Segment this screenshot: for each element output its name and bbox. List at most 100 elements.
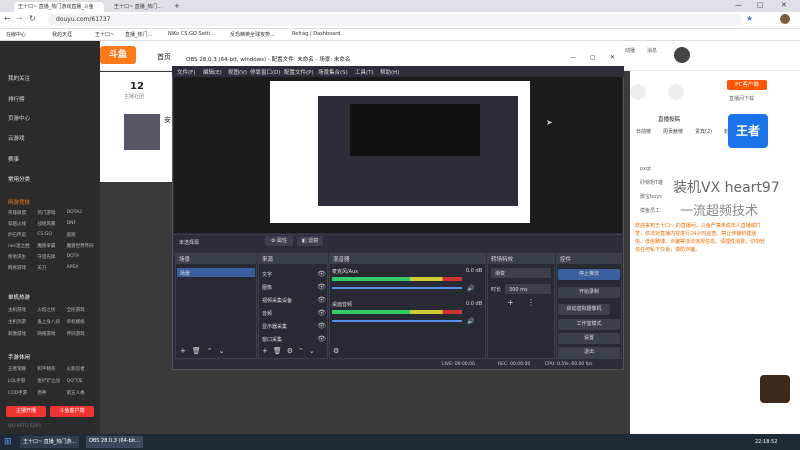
- browser-tab-active[interactable]: 王十口~ 直播_热门游戏直播_斗鱼: [14, 2, 104, 12]
- sidebar-item-games[interactable]: 页游中心: [8, 114, 30, 122]
- streamer-avatar[interactable]: [124, 114, 160, 150]
- reload-icon[interactable]: ↻: [29, 14, 36, 23]
- menu-profile[interactable]: 配置文件(P): [284, 68, 314, 76]
- duration-input[interactable]: 300 ms: [505, 284, 551, 294]
- menu-scene-collection[interactable]: 场景集合(S): [318, 68, 348, 76]
- eye-icon[interactable]: 👁: [317, 320, 326, 332]
- tag[interactable]: 单机模拟: [67, 319, 96, 325]
- menu-file[interactable]: 文件(F): [177, 68, 195, 76]
- tag[interactable]: 绝地求生: [8, 254, 37, 260]
- obs-maximize-icon[interactable]: ▢: [590, 54, 596, 61]
- tag[interactable]: 网易游戏: [8, 265, 37, 271]
- trash-icon[interactable]: 🗑: [192, 347, 201, 357]
- tag[interactable]: 怀旧游戏: [67, 331, 96, 337]
- download-client-button[interactable]: 斗鱼客户端: [50, 406, 94, 417]
- speaker-icon[interactable]: 🔊: [467, 318, 474, 325]
- game-promo-icon[interactable]: [760, 375, 790, 403]
- tag[interactable]: 主机游戏: [8, 307, 37, 313]
- menu-tools[interactable]: 工具(T): [355, 68, 374, 76]
- tag[interactable]: 穿越火线: [8, 221, 37, 227]
- tag[interactable]: 英雄联盟: [8, 210, 37, 216]
- transition-select[interactable]: 渐变: [491, 268, 551, 278]
- profile-avatar[interactable]: [780, 14, 790, 24]
- down-icon[interactable]: ⌄: [309, 347, 315, 357]
- bookmark-item[interactable]: 我的天涯: [52, 31, 72, 38]
- source-row[interactable]: 图像 👁: [262, 281, 326, 294]
- nav-home[interactable]: 首页: [157, 52, 171, 62]
- tag[interactable]: 天刀: [37, 265, 66, 271]
- tag[interactable]: 炉石传说: [8, 232, 37, 238]
- sidebar-item-events[interactable]: 赛事: [8, 155, 19, 163]
- live-download-link[interactable]: 直播间下载: [729, 95, 754, 102]
- volume-slider[interactable]: [332, 320, 462, 322]
- tag[interactable]: 魔兽世界怀旧: [67, 243, 96, 249]
- menu-edit[interactable]: 编辑(E): [203, 68, 222, 76]
- eye-icon[interactable]: 👁: [317, 307, 326, 319]
- settings-button[interactable]: 设置: [558, 333, 620, 344]
- tag[interactable]: 魔兽争霸: [37, 243, 66, 249]
- site-logo[interactable]: 斗鱼: [100, 46, 136, 64]
- eye-icon[interactable]: 👁: [317, 333, 326, 345]
- up-icon[interactable]: ⌃: [207, 347, 213, 357]
- taskbar-app-obs[interactable]: OBS 28.0.3 (64-bit...: [86, 436, 143, 448]
- add-transition-icon[interactable]: +: [507, 298, 514, 307]
- gear-icon[interactable]: ⚙: [287, 347, 293, 357]
- tag[interactable]: 火影忍者: [67, 366, 96, 372]
- tag[interactable]: COD手游: [8, 390, 37, 396]
- virtual-camera-button[interactable]: 启动虚拟摄像机: [558, 304, 610, 315]
- tag[interactable]: 金铲铲之战: [37, 378, 66, 384]
- eye-icon[interactable]: 👁: [317, 294, 326, 306]
- tag[interactable]: DNF: [67, 221, 96, 227]
- down-icon[interactable]: ⌄: [219, 347, 225, 357]
- tag[interactable]: 全民游戏: [67, 307, 96, 313]
- tab-daily[interactable]: 日前榜: [636, 128, 651, 135]
- user-avatar[interactable]: [674, 47, 690, 63]
- tag[interactable]: 主机热游: [8, 319, 37, 325]
- eye-icon[interactable]: 👁: [317, 268, 326, 280]
- add-icon[interactable]: +: [262, 347, 268, 357]
- url-bar[interactable]: douyu.com/61737: [48, 14, 742, 26]
- properties-button[interactable]: ⚙ 属性: [265, 236, 293, 246]
- tag[interactable]: DOTA: [67, 254, 96, 260]
- add-icon[interactable]: +: [180, 347, 186, 357]
- studio-mode-button[interactable]: 工作室模式: [558, 319, 620, 330]
- browser-tab[interactable]: 王十口~ 直播_热门...: [110, 2, 170, 12]
- tab-weekly[interactable]: 周贡献榜: [663, 128, 683, 135]
- tag[interactable]: CS:GO: [37, 232, 66, 238]
- close-icon[interactable]: ✕: [781, 1, 787, 9]
- tag[interactable]: QQ飞车: [67, 378, 96, 384]
- tag[interactable]: 原神: [37, 390, 66, 396]
- bookmark-item[interactable]: NiKo CS:GO Setti...: [168, 31, 215, 37]
- menu-view[interactable]: 视图(V): [228, 68, 247, 76]
- up-icon[interactable]: ⌃: [298, 347, 304, 357]
- tag[interactable]: 网络游戏: [37, 331, 66, 337]
- eye-icon[interactable]: 👁: [317, 281, 326, 293]
- bookmark-item[interactable]: Refrag | Dashboard: [292, 31, 340, 37]
- source-row[interactable]: 窗口采集 👁: [262, 333, 326, 346]
- chat-user[interactable]: pxgt: [640, 162, 750, 176]
- scene-item[interactable]: 场景: [177, 268, 255, 277]
- header-link-0[interactable]: 动播: [625, 47, 635, 54]
- tag[interactable]: 战地风暴: [37, 221, 66, 227]
- tag[interactable]: 第五人格: [67, 390, 96, 396]
- promo-badge[interactable]: 王者: [728, 114, 768, 148]
- volume-slider[interactable]: [332, 287, 462, 289]
- tag[interactable]: LOL手游: [8, 378, 37, 384]
- new-tab-icon[interactable]: +: [174, 2, 180, 10]
- bookmark-item[interactable]: 直播_热门...: [125, 31, 152, 38]
- minimize-icon[interactable]: —: [735, 1, 742, 9]
- source-row[interactable]: 视频采集设备 👁: [262, 294, 326, 307]
- mixer-settings-icon[interactable]: ⚙: [333, 347, 339, 355]
- menu-docks[interactable]: 停靠窗口(D): [250, 68, 281, 76]
- tab-vip[interactable]: 贵宾(2): [695, 128, 712, 135]
- speaker-icon[interactable]: 🔊: [467, 285, 474, 292]
- trash-icon[interactable]: 🗑: [273, 347, 282, 357]
- tag[interactable]: 热门游戏: [37, 210, 66, 216]
- sidebar-item-cloud[interactable]: 云游戏: [8, 134, 25, 142]
- source-row[interactable]: 显示器采集 👁: [262, 320, 326, 333]
- start-record-button[interactable]: 开始录制: [558, 287, 620, 298]
- tag[interactable]: 守望先锋: [37, 254, 66, 260]
- bookmark-item[interactable]: 在線中心: [6, 31, 26, 38]
- tag[interactable]: nec迷之胜: [8, 243, 37, 249]
- tag[interactable]: 鬼上身八块: [37, 319, 66, 325]
